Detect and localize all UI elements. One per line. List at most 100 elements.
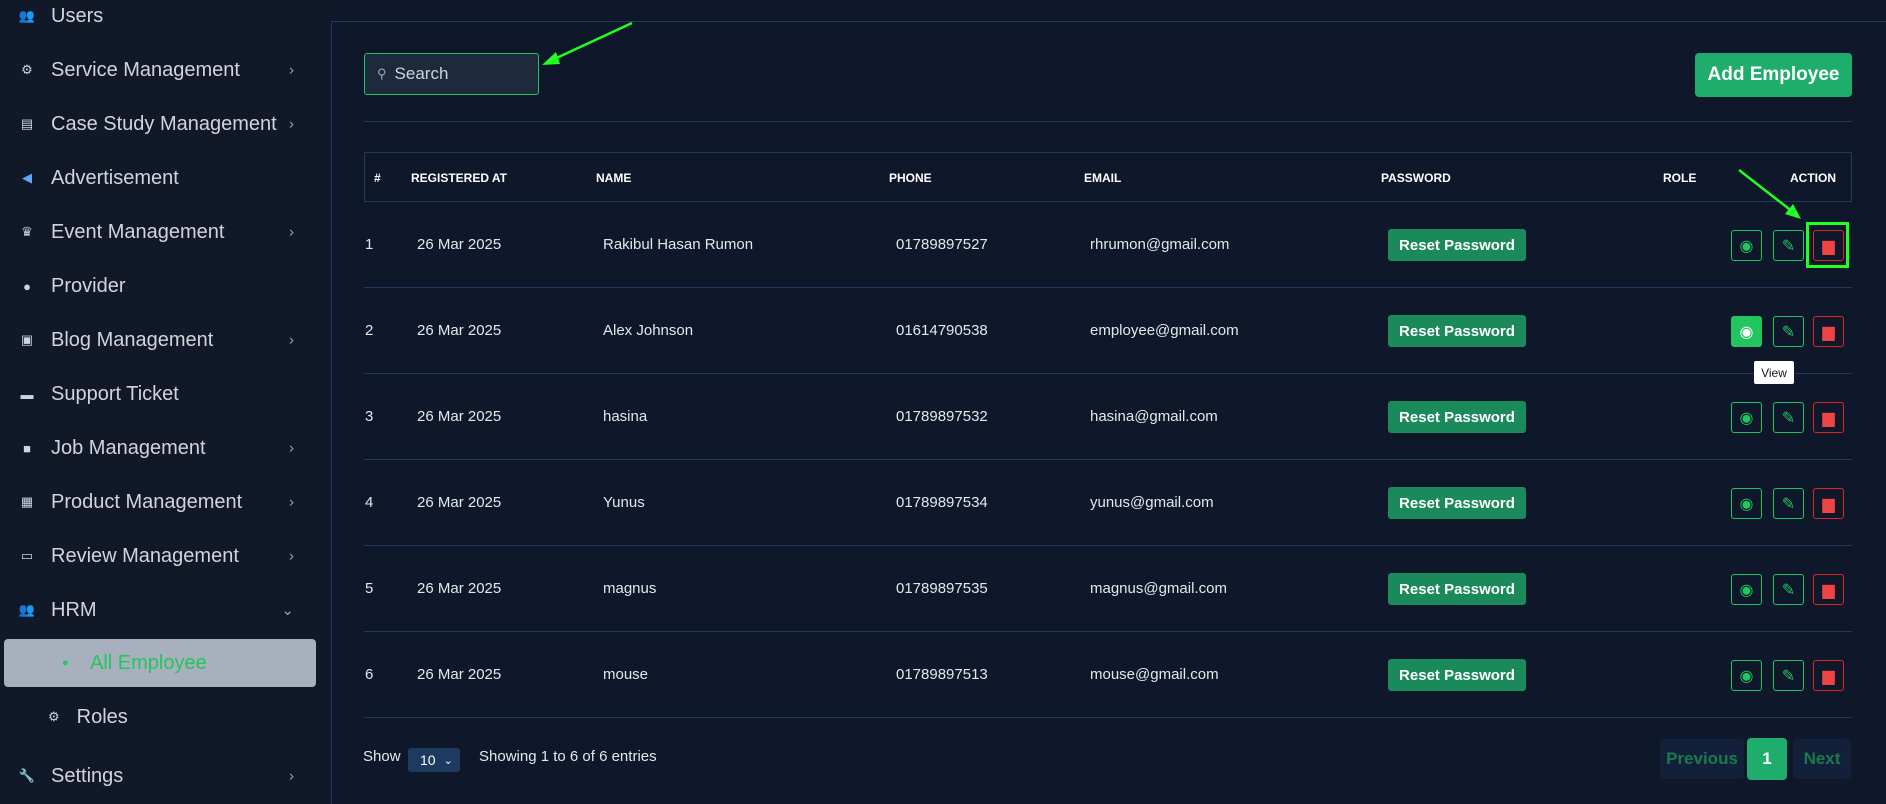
cell-email: rhrumon@gmail.com (1090, 236, 1230, 253)
view-button[interactable]: ◉ (1731, 402, 1762, 433)
divider (364, 121, 1852, 122)
trash-icon: ▆ (1822, 323, 1835, 341)
previous-page-button[interactable]: Previous (1660, 739, 1744, 779)
sidebar-subitem-all-employee[interactable]: ● All Employee (4, 639, 316, 687)
sidebar-item-event-management[interactable]: ♛ Event Management › (0, 205, 330, 259)
search-input[interactable] (394, 64, 525, 84)
chevron-down-icon: ⌄ (281, 602, 294, 619)
cell-registered: 26 Mar 2025 (417, 666, 502, 683)
sidebar-subitem-roles[interactable]: ⚙ Roles (48, 693, 128, 741)
trash-icon: ▆ (1822, 667, 1835, 685)
sidebar-item-support-ticket[interactable]: ▬ Support Ticket (0, 367, 330, 421)
roles-icon: ⚙ (48, 709, 60, 724)
sidebar-item-review-management[interactable]: ▭ Review Management › (0, 529, 330, 583)
pencil-icon: ✎ (1781, 581, 1796, 599)
table-row: 5 26 Mar 2025 magnus 01789897535 magnus@… (364, 546, 1852, 632)
cell-phone: 01789897532 (896, 408, 988, 425)
cell-phone: 01789897527 (896, 236, 988, 253)
cell-name: mouse (603, 666, 649, 683)
view-tooltip: View (1754, 361, 1794, 384)
reset-password-button[interactable]: Reset Password (1388, 573, 1526, 605)
col-header-index: # (374, 171, 381, 185)
chevron-right-icon: › (289, 439, 294, 457)
edit-button[interactable]: ✎ (1773, 316, 1804, 347)
sidebar-item-users[interactable]: 👥 Users (0, 0, 330, 43)
entries-info: Showing 1 to 6 of 6 entries (479, 748, 657, 765)
cell-email: yunus@gmail.com (1090, 494, 1214, 511)
view-button[interactable]: ◉ (1731, 316, 1762, 347)
sidebar-item-label: Advertisement (51, 166, 179, 189)
reset-password-button[interactable]: Reset Password (1388, 487, 1526, 519)
sidebar: 👥 Users ⚙ Service Management › ▤ Case St… (0, 0, 330, 804)
delete-button[interactable]: ▆ (1813, 574, 1844, 605)
pencil-icon: ✎ (1781, 409, 1796, 427)
reset-password-button[interactable]: Reset Password (1388, 229, 1526, 261)
trash-icon: ▆ (1822, 581, 1835, 599)
team-icon: 👥 (18, 602, 36, 617)
sidebar-item-case-study-management[interactable]: ▤ Case Study Management › (0, 97, 330, 151)
sidebar-item-label: Provider (51, 274, 126, 297)
col-header-role: ROLE (1663, 171, 1697, 185)
sidebar-item-blog-management[interactable]: ▣ Blog Management › (0, 313, 330, 367)
sidebar-item-label: Event Management (51, 220, 225, 243)
col-header-name: NAME (596, 171, 632, 185)
cell-phone: 01789897535 (896, 580, 988, 597)
page-number-button[interactable]: 1 (1747, 738, 1787, 780)
eye-icon: ◉ (1739, 667, 1754, 685)
view-button[interactable]: ◉ (1731, 488, 1762, 519)
search-field[interactable]: ⚲ (364, 53, 539, 95)
edit-button[interactable]: ✎ (1773, 402, 1804, 433)
sidebar-item-hrm[interactable]: 👥 HRM ⌄ (0, 583, 330, 637)
edit-button[interactable]: ✎ (1773, 660, 1804, 691)
delete-button[interactable]: ▆ (1813, 488, 1844, 519)
next-page-button[interactable]: Next (1793, 739, 1851, 779)
reset-password-button[interactable]: Reset Password (1388, 659, 1526, 691)
view-button[interactable]: ◉ (1731, 660, 1762, 691)
chevron-down-icon: ⌄ (443, 754, 453, 767)
reset-password-button[interactable]: Reset Password (1388, 401, 1526, 433)
services-icon: ⚙ (21, 62, 33, 77)
sidebar-item-settings[interactable]: 🔧 Settings › (0, 749, 330, 803)
sidebar-item-label: Support Ticket (51, 382, 179, 405)
cell-email: hasina@gmail.com (1090, 408, 1218, 425)
cell-index: 4 (365, 494, 374, 511)
view-button[interactable]: ◉ (1731, 230, 1762, 261)
employee-icon: ● (62, 657, 69, 669)
col-header-registered: REGISTERED AT (411, 171, 508, 185)
sidebar-item-label: Users (51, 4, 104, 27)
review-icon: ▭ (20, 548, 34, 563)
chevron-right-icon: › (289, 767, 294, 785)
sidebar-item-label: Service Management (51, 58, 240, 81)
sidebar-item-product-management[interactable]: ▦ Product Management › (0, 475, 330, 529)
page-size-select[interactable]: 10 ⌄ (408, 748, 460, 772)
document-icon: ▤ (20, 116, 34, 131)
delete-button[interactable]: ▆ (1813, 402, 1844, 433)
trash-icon: ▆ (1822, 495, 1835, 513)
sidebar-item-provider[interactable]: ● Provider (0, 259, 330, 313)
view-button[interactable]: ◉ (1731, 574, 1762, 605)
table-row: 1 26 Mar 2025 Rakibul Hasan Rumon 017898… (364, 202, 1852, 288)
table-row: 4 26 Mar 2025 Yunus 01789897534 yunus@gm… (364, 460, 1852, 546)
sidebar-item-advertisement[interactable]: ◀ Advertisement (0, 151, 330, 205)
col-header-action: ACTION (1790, 171, 1836, 185)
edit-button[interactable]: ✎ (1773, 488, 1804, 519)
edit-button[interactable]: ✎ (1773, 574, 1804, 605)
chevron-right-icon: › (289, 61, 294, 79)
cell-phone: 01614790538 (896, 322, 988, 339)
delete-button[interactable]: ▆ (1813, 316, 1844, 347)
sidebar-item-service-management[interactable]: ⚙ Service Management › (0, 43, 330, 97)
sidebar-item-job-management[interactable]: ■ Job Management › (0, 421, 330, 475)
search-icon: ⚲ (377, 66, 387, 81)
briefcase-icon: ■ (23, 440, 31, 456)
table-row: 6 26 Mar 2025 mouse 01789897513 mouse@gm… (364, 632, 1852, 718)
reset-password-button[interactable]: Reset Password (1388, 315, 1526, 347)
wrench-icon: 🔧 (18, 768, 36, 783)
cell-name: Alex Johnson (603, 322, 694, 339)
add-employee-button[interactable]: Add Employee (1695, 53, 1852, 97)
cell-name: hasina (603, 408, 648, 425)
cell-index: 3 (365, 408, 374, 425)
eye-icon: ◉ (1739, 581, 1754, 599)
edit-button[interactable]: ✎ (1773, 230, 1804, 261)
sidebar-item-label: Product Management (51, 490, 243, 513)
delete-button[interactable]: ▆ (1813, 660, 1844, 691)
